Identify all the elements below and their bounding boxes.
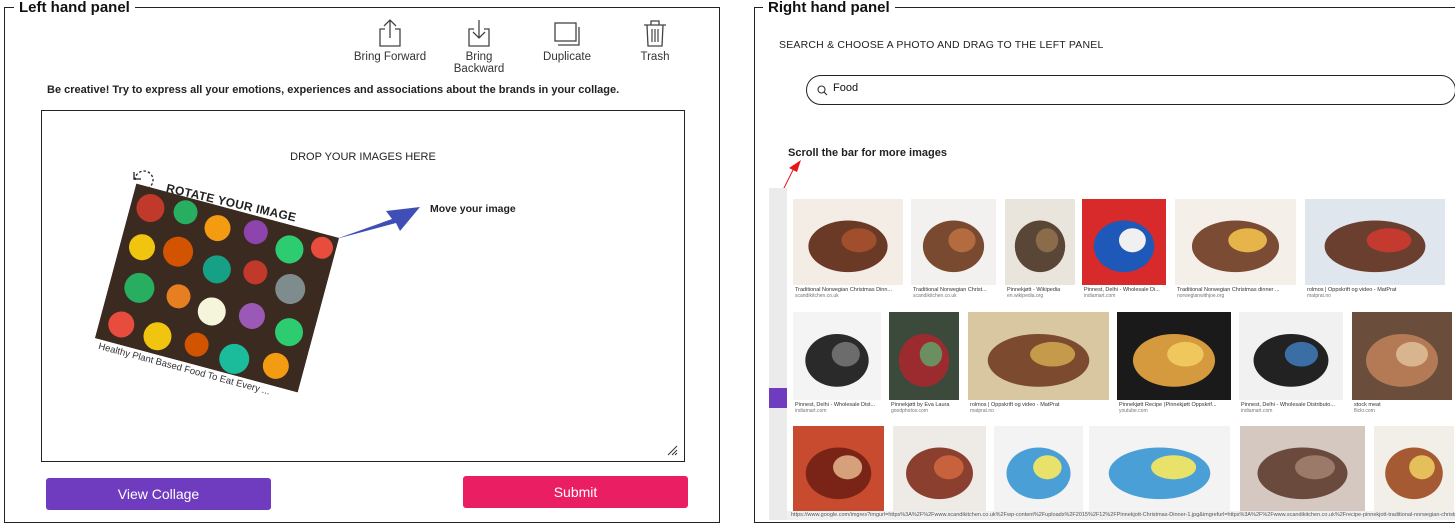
image-result[interactable]: Pinnest, Delhi - Wholesale Dist... indiam…: [793, 312, 881, 414]
result-thumbnail: [1374, 426, 1454, 512]
left-panel: Left hand panel Bring Forward Bring Back…: [4, 0, 720, 523]
result-thumbnail: [889, 312, 959, 400]
image-result[interactable]: [1240, 426, 1365, 520]
collage-instruction: Be creative! Try to express all your emo…: [47, 84, 620, 96]
collage-image[interactable]: [94, 183, 340, 393]
image-result[interactable]: Pinnekjøtt by Eva Laura goodphotos.com: [889, 312, 959, 414]
search-instruction: SEARCH & CHOOSE A PHOTO AND DRAG TO THE …: [779, 39, 1104, 51]
right-panel-title: Right hand panel: [763, 0, 895, 16]
drop-zone-text: DROP YOUR IMAGES HERE: [290, 151, 436, 163]
view-collage-button[interactable]: View Collage: [46, 478, 271, 510]
search-icon: [817, 85, 828, 96]
trash-icon: [644, 20, 666, 47]
result-thumbnail: [911, 199, 996, 285]
image-result[interactable]: [893, 426, 986, 520]
result-site: flickr.com: [1354, 408, 1375, 414]
image-result[interactable]: rolmos | Oppskrift og video - MatPrat mat…: [968, 312, 1109, 414]
trash-button[interactable]: Trash: [615, 18, 695, 63]
search-input[interactable]: [831, 81, 1131, 95]
result-thumbnail: [968, 312, 1109, 400]
result-site: scandikitchen.co.uk: [795, 293, 839, 299]
food-photo: [94, 183, 340, 393]
image-result[interactable]: Traditional Norwegian Christ... scandikit…: [911, 199, 996, 299]
image-results[interactable]: Traditional Norwegian Christmas Dinn... s…: [769, 188, 1455, 520]
bring-forward-button[interactable]: Bring Forward: [350, 18, 430, 63]
trash-label: Trash: [640, 51, 670, 63]
move-arrow-icon: [336, 207, 420, 239]
image-result[interactable]: [1089, 426, 1230, 520]
results-scrollbar[interactable]: [769, 188, 787, 520]
result-thumbnail: [1005, 199, 1075, 285]
scrollbar-thumb[interactable]: [769, 388, 787, 408]
image-result[interactable]: Pinnekjøtt - Wikipedia en.wikipedia.org: [1005, 199, 1075, 299]
result-thumbnail: [1305, 199, 1445, 285]
result-thumbnail: [793, 199, 903, 285]
bring-forward-label: Bring Forward: [353, 51, 427, 63]
result-site: matprat.no: [970, 408, 994, 414]
bring-backward-label: Bring Backward: [453, 51, 505, 75]
result-thumbnail: [793, 426, 884, 512]
result-site: en.wikipedia.org: [1007, 293, 1044, 299]
bring-forward-icon: [379, 19, 401, 47]
result-site: scandikitchen.co.uk: [913, 293, 957, 299]
image-result[interactable]: stock meat flickr.com: [1352, 312, 1452, 414]
result-site: goodphotos.com: [891, 408, 928, 414]
result-thumbnail: [893, 426, 986, 512]
image-result[interactable]: rolmos | Oppskrift og video - MatPrat mat…: [1305, 199, 1445, 299]
image-result[interactable]: Pinnest, Delhi - Wholesale Distributo...…: [1239, 312, 1343, 414]
scroll-hint: Scroll the bar for more images: [788, 147, 947, 159]
result-site: matprat.no: [1307, 293, 1331, 299]
duplicate-label: Duplicate: [543, 51, 591, 63]
result-thumbnail: [1239, 312, 1343, 400]
collage-canvas[interactable]: DROP YOUR IMAGES HERE ROTATE YOUR IMAGE: [41, 110, 685, 462]
result-site: youtube.com: [1119, 408, 1148, 414]
result-thumbnail: [1352, 312, 1452, 400]
result-thumbnail: [793, 312, 881, 400]
status-url: https://www.google.com/imgres?imgurl=htt…: [787, 511, 1455, 520]
result-thumbnail: [1117, 312, 1231, 400]
bring-backward-button[interactable]: Bring Backward: [439, 18, 519, 75]
left-panel-title: Left hand panel: [14, 0, 135, 16]
duplicate-icon: [554, 22, 580, 46]
search-bar[interactable]: [806, 75, 1455, 105]
result-thumbnail: [1089, 426, 1230, 512]
duplicate-button[interactable]: Duplicate: [527, 18, 607, 63]
image-result[interactable]: Traditional Norwegian Christmas Dinn... s…: [793, 199, 903, 299]
result-site: norwegianwithjoe.org: [1177, 293, 1225, 299]
image-result[interactable]: Pinnest, Delhi - Wholesale Di... indiamar…: [1082, 199, 1166, 299]
move-image-label: Move your image: [430, 203, 516, 215]
right-panel: Right hand panel SEARCH & CHOOSE A PHOTO…: [754, 0, 1455, 523]
result-site: indiamart.com: [1241, 408, 1273, 414]
bring-backward-icon: [468, 20, 490, 47]
result-thumbnail: [994, 426, 1083, 512]
image-result[interactable]: Pinnekjøtt Recipe (Pinnekjøtt Oppskrif..…: [1117, 312, 1231, 414]
resize-grip-icon[interactable]: [666, 444, 678, 456]
submit-button[interactable]: Submit: [463, 476, 688, 508]
image-result[interactable]: [1374, 426, 1454, 520]
result-site: indiamart.com: [795, 408, 827, 414]
image-result[interactable]: Traditional Norwegian Christmas dinner .…: [1175, 199, 1296, 299]
result-thumbnail: [1175, 199, 1296, 285]
result-thumbnail: [1240, 426, 1365, 512]
result-thumbnail: [1082, 199, 1166, 285]
image-result[interactable]: [793, 426, 884, 520]
result-site: indiamart.com: [1084, 293, 1116, 299]
image-result[interactable]: [994, 426, 1083, 520]
